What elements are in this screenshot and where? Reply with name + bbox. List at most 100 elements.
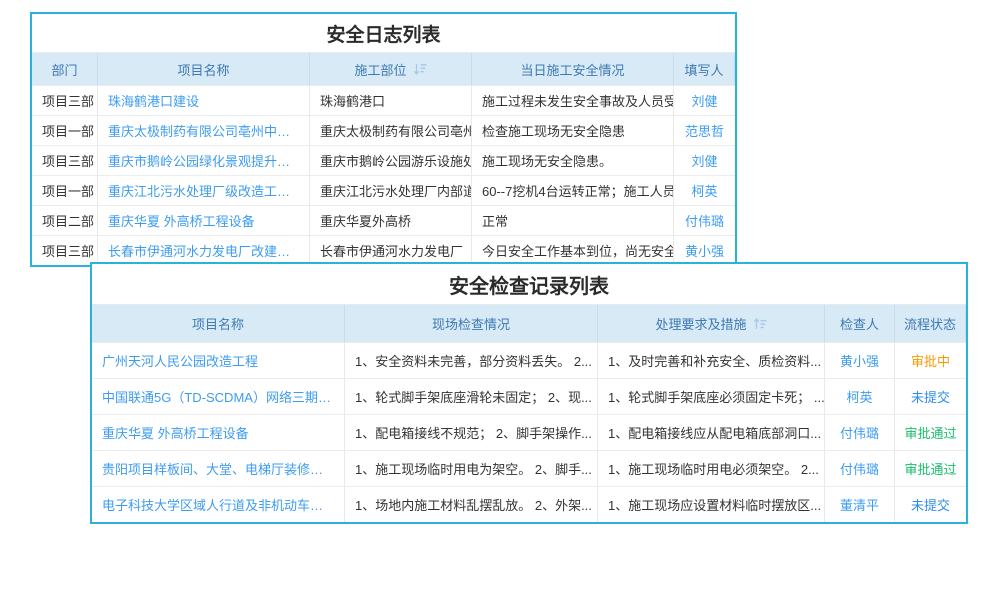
status-text: 审批通过 <box>905 423 957 442</box>
column-header-measures[interactable]: 处理要求及措施 <box>598 305 825 342</box>
project-link[interactable]: 贵阳项目样板间、大堂、电梯厅装修工程 <box>102 459 334 478</box>
project-link[interactable]: 重庆市鹅岭公园绿化景观提升工程施工 <box>108 151 299 170</box>
safety-log-header-row: 部门 项目名称 施工部位 当日施工安全情况 填写人 <box>32 53 735 85</box>
inspection-header-row: 项目名称 现场检查情况 处理要求及措施 检查人 流程状态 <box>92 305 966 342</box>
site-check-cell: 1、轮式脚手架底座滑轮未固定； 2、现... <box>345 379 598 414</box>
project-cell: 重庆华夏 外高桥工程设备 <box>92 415 345 450</box>
measures-cell: 1、轮式脚手架底座必须固定卡死； ... <box>598 379 825 414</box>
column-header-construction-part[interactable]: 施工部位 <box>310 53 472 85</box>
situation-cell: 60--7挖机4台运转正常；施工人员无违... <box>472 176 674 205</box>
status-cell: 审批通过 <box>895 415 966 450</box>
filler-link[interactable]: 范思哲 <box>685 121 724 140</box>
filler-cell: 付伟璐 <box>674 206 735 235</box>
column-header-department: 部门 <box>32 53 98 85</box>
column-header-process-status: 流程状态 <box>895 305 966 342</box>
status-cell: 审批中 <box>895 343 966 378</box>
status-cell: 未提交 <box>895 487 966 522</box>
situation-cell: 施工过程未发生安全事故及人员受伤情况 <box>472 86 674 115</box>
column-header-site-check: 现场检查情况 <box>345 305 598 342</box>
status-text: 未提交 <box>911 387 950 406</box>
filler-link[interactable]: 刘健 <box>691 151 717 170</box>
table-row: 贵阳项目样板间、大堂、电梯厅装修工程 1、施工现场临时用电为架空。 2、脚手..… <box>92 450 966 486</box>
project-link[interactable]: 重庆华夏 外高桥工程设备 <box>102 423 249 442</box>
status-cell: 未提交 <box>895 379 966 414</box>
site-check-cell: 1、安全资料未完善，部分资料丢失。 2... <box>345 343 598 378</box>
location-cell: 重庆市鹅岭公园游乐设施处 <box>310 146 472 175</box>
status-text: 审批中 <box>911 351 950 370</box>
location-cell: 长春市伊通河水力发电厂 <box>310 236 472 265</box>
project-cell: 珠海鹤港口建设 <box>98 86 310 115</box>
table-row: 项目二部 重庆华夏 外高桥工程设备 重庆华夏外高桥 正常 付伟璐 <box>32 205 735 235</box>
inspector-link[interactable]: 董清平 <box>840 495 879 514</box>
project-cell: 广州天河人民公园改造工程 <box>92 343 345 378</box>
column-header-label: 处理要求及措施 <box>655 314 746 333</box>
project-link[interactable]: 珠海鹤港口建设 <box>108 91 199 110</box>
project-link[interactable]: 重庆华夏 外高桥工程设备 <box>108 211 255 230</box>
table-row: 中国联通5G（TD-SCDMA）网络三期四... 1、轮式脚手架底座滑轮未固定；… <box>92 378 966 414</box>
project-link[interactable]: 长春市伊通河水力发电厂改建工程 <box>108 241 299 260</box>
status-cell: 审批通过 <box>895 451 966 486</box>
inspector-link[interactable]: 付伟璐 <box>840 423 879 442</box>
project-cell: 中国联通5G（TD-SCDMA）网络三期四... <box>92 379 345 414</box>
project-cell: 长春市伊通河水力发电厂改建工程 <box>98 236 310 265</box>
project-link[interactable]: 重庆江北污水处理厂级改造工程-道路... <box>108 181 299 200</box>
table-row: 项目三部 珠海鹤港口建设 珠海鹤港口 施工过程未发生安全事故及人员受伤情况 刘健 <box>32 85 735 115</box>
location-cell: 重庆太极制药有限公司亳州... <box>310 116 472 145</box>
site-check-cell: 1、配电箱接线不规范； 2、脚手架操作... <box>345 415 598 450</box>
filler-link[interactable]: 刘健 <box>691 91 717 110</box>
department-cell: 项目三部 <box>32 86 98 115</box>
inspection-record-table: 安全检查记录列表 项目名称 现场检查情况 处理要求及措施 检查人 流程状 <box>90 262 968 524</box>
filler-cell: 柯英 <box>674 176 735 205</box>
department-cell: 项目三部 <box>32 146 98 175</box>
project-cell: 重庆太极制药有限公司亳州中药材仓... <box>98 116 310 145</box>
table-row: 项目一部 重庆江北污水处理厂级改造工程-道路... 重庆江北污水处理厂内部道路 … <box>32 175 735 205</box>
sort-ascending-icon[interactable] <box>753 318 767 330</box>
filler-cell: 黄小强 <box>674 236 735 265</box>
filler-link[interactable]: 柯英 <box>691 181 717 200</box>
location-cell: 重庆江北污水处理厂内部道路 <box>310 176 472 205</box>
safety-log-table: 安全日志列表 部门 项目名称 施工部位 当日施工安全情况 填写人 <box>30 12 737 267</box>
filler-link[interactable]: 付伟璐 <box>685 211 724 230</box>
sort-descending-icon[interactable] <box>413 63 427 75</box>
department-cell: 项目一部 <box>32 116 98 145</box>
situation-cell: 检查施工现场无安全隐患 <box>472 116 674 145</box>
column-header-daily-safety: 当日施工安全情况 <box>472 53 674 85</box>
inspector-link[interactable]: 黄小强 <box>840 351 879 370</box>
table-row: 项目一部 重庆太极制药有限公司亳州中药材仓... 重庆太极制药有限公司亳州...… <box>32 115 735 145</box>
measures-cell: 1、施工现场应设置材料临时摆放区... <box>598 487 825 522</box>
status-text: 未提交 <box>911 495 950 514</box>
inspector-cell: 董清平 <box>825 487 895 522</box>
project-link[interactable]: 中国联通5G（TD-SCDMA）网络三期四... <box>102 387 334 406</box>
inspector-cell: 付伟璐 <box>825 451 895 486</box>
situation-cell: 施工现场无安全隐患。 <box>472 146 674 175</box>
table-row: 广州天河人民公园改造工程 1、安全资料未完善，部分资料丢失。 2... 1、及时… <box>92 342 966 378</box>
site-check-cell: 1、施工现场临时用电为架空。 2、脚手... <box>345 451 598 486</box>
inspector-link[interactable]: 付伟璐 <box>840 459 879 478</box>
filler-cell: 刘健 <box>674 86 735 115</box>
filler-link[interactable]: 黄小强 <box>685 241 724 260</box>
column-header-filler: 填写人 <box>674 53 735 85</box>
location-cell: 重庆华夏外高桥 <box>310 206 472 235</box>
department-cell: 项目三部 <box>32 236 98 265</box>
inspection-record-table-title: 安全检查记录列表 <box>92 264 966 305</box>
project-cell: 电子科技大学区域人行道及非机动车道工... <box>92 487 345 522</box>
location-cell: 珠海鹤港口 <box>310 86 472 115</box>
measures-cell: 1、配电箱接线应从配电箱底部洞口... <box>598 415 825 450</box>
inspector-cell: 付伟璐 <box>825 415 895 450</box>
project-link[interactable]: 电子科技大学区域人行道及非机动车道工... <box>102 495 334 514</box>
project-cell: 重庆华夏 外高桥工程设备 <box>98 206 310 235</box>
filler-cell: 刘健 <box>674 146 735 175</box>
table-row: 电子科技大学区域人行道及非机动车道工... 1、场地内施工材料乱摆乱放。 2、外… <box>92 486 966 522</box>
department-cell: 项目二部 <box>32 206 98 235</box>
inspector-link[interactable]: 柯英 <box>846 387 872 406</box>
project-link[interactable]: 重庆太极制药有限公司亳州中药材仓... <box>108 121 299 140</box>
measures-cell: 1、及时完善和补充安全、质检资料... <box>598 343 825 378</box>
measures-cell: 1、施工现场临时用电必须架空。 2... <box>598 451 825 486</box>
project-link[interactable]: 广州天河人民公园改造工程 <box>102 351 258 370</box>
status-text: 审批通过 <box>905 459 957 478</box>
inspector-cell: 黄小强 <box>825 343 895 378</box>
project-cell: 重庆市鹅岭公园绿化景观提升工程施工 <box>98 146 310 175</box>
department-cell: 项目一部 <box>32 176 98 205</box>
situation-cell: 今日安全工作基本到位，尚无安全隐患... <box>472 236 674 265</box>
column-header-project-name: 项目名称 <box>98 53 310 85</box>
